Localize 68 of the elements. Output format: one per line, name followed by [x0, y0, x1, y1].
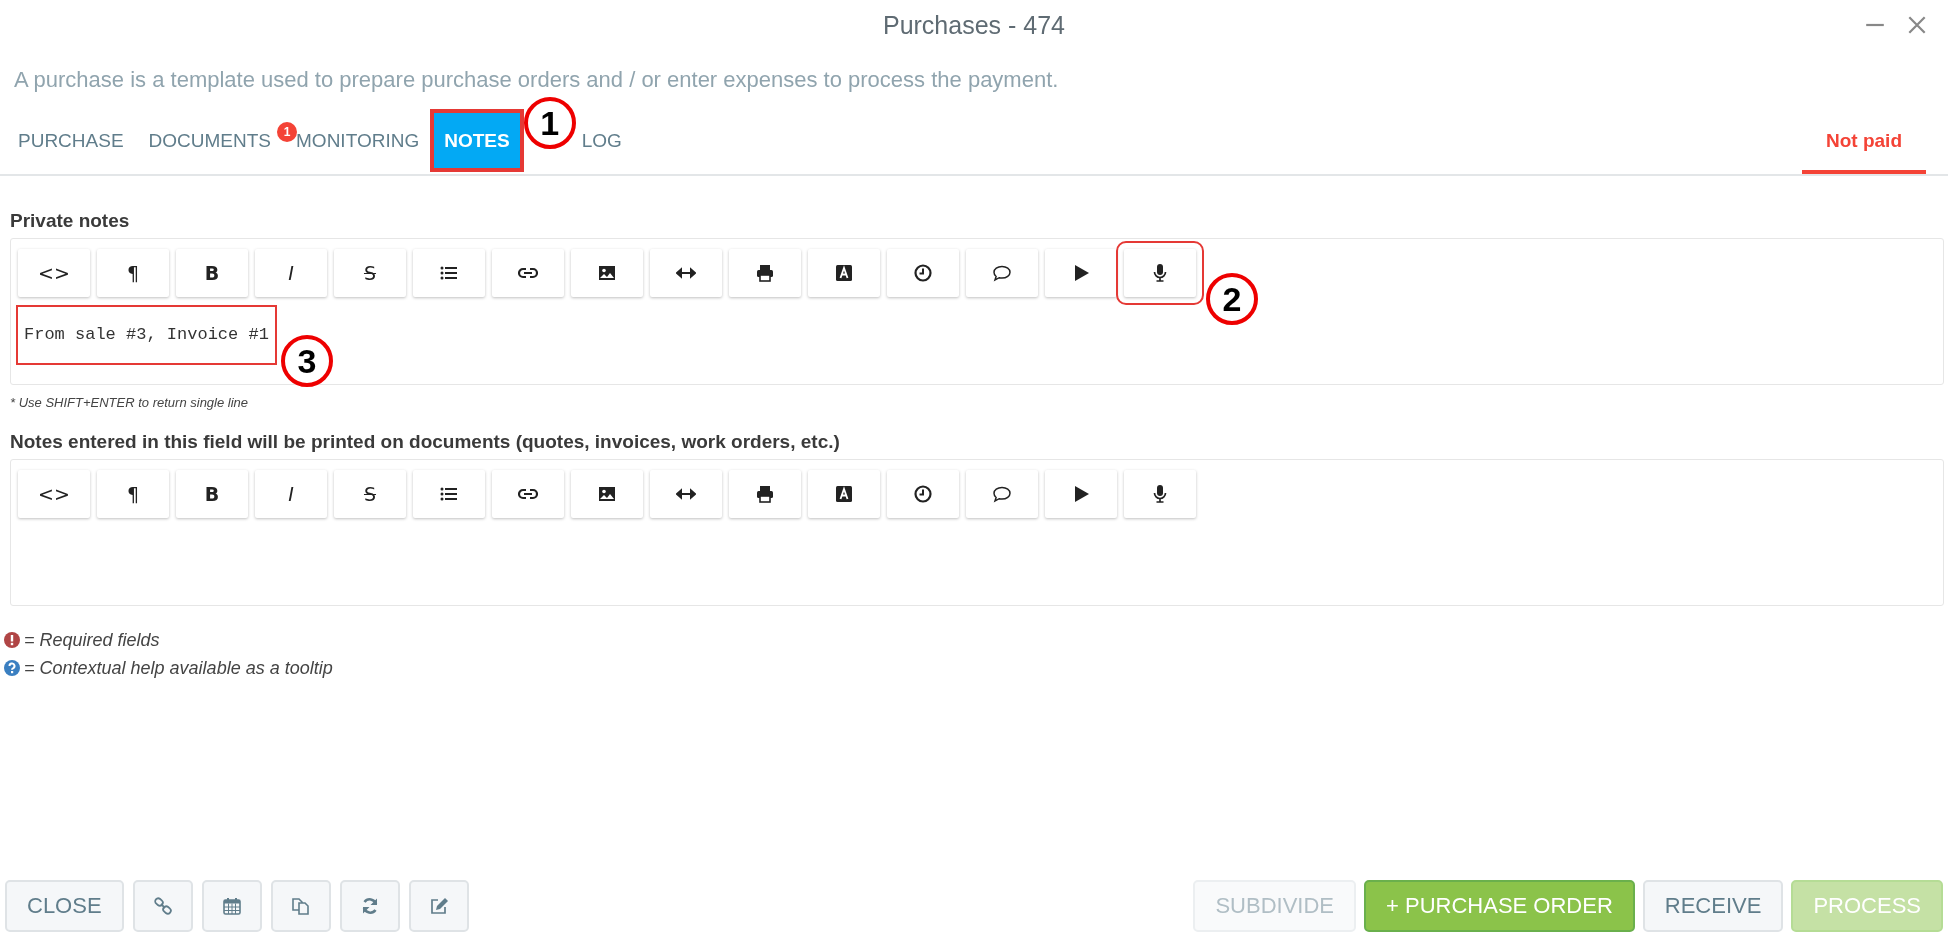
- field-label: Private notes: [10, 210, 131, 232]
- window-title: Purchases - 474: [882, 10, 1065, 40]
- font-tool-button[interactable]: [808, 249, 880, 297]
- field-label: Notes entered in this field will be printed on documents (quotes, invoices, work orders, etc.): [10, 431, 841, 453]
- mic-tool-button[interactable]: [1124, 470, 1196, 518]
- play-tool-button[interactable]: [1045, 470, 1117, 518]
- image-tool-button[interactable]: [571, 470, 643, 518]
- edit-button[interactable]: [408, 880, 469, 932]
- link-icon: [152, 896, 173, 916]
- width-tool-button[interactable]: [650, 470, 722, 518]
- link-button[interactable]: [132, 880, 193, 932]
- refresh-button[interactable]: [339, 880, 400, 932]
- link-tool-button[interactable]: [492, 470, 564, 518]
- notes-field[interactable]: From sale #3, Invoice #1: [18, 307, 275, 363]
- list-tool-button[interactable]: [413, 470, 485, 518]
- edit-icon: [428, 896, 449, 916]
- comment-tool-button[interactable]: [966, 470, 1038, 518]
- action-button[interactable]: RECEIVE: [1642, 880, 1784, 932]
- help-icon: [4, 660, 20, 676]
- clock-icon: [913, 484, 933, 504]
- comment-tool-button[interactable]: [966, 249, 1038, 297]
- exclamation-icon: [4, 632, 20, 648]
- play-tool-button[interactable]: [1045, 249, 1117, 297]
- legend-text: = Contextual help available as a tooltip: [24, 657, 333, 679]
- bold-tool-button[interactable]: B: [176, 249, 248, 297]
- legend-text: = Required fields: [24, 629, 160, 651]
- print-tool-button[interactable]: [729, 249, 801, 297]
- italic-tool-button[interactable]: I: [255, 470, 327, 518]
- link-tool-button[interactable]: [492, 249, 564, 297]
- clock-icon: [913, 263, 933, 283]
- hint-text: * Use SHIFT+ENTER to return single line: [10, 395, 250, 411]
- italic-tool-button[interactable]: I: [255, 249, 327, 297]
- strike-tool-button[interactable]: S: [334, 249, 406, 297]
- code-tool-button[interactable]: <>: [18, 470, 90, 518]
- print-icon: [755, 263, 775, 283]
- paragraph-tool-button[interactable]: ¶: [97, 249, 169, 297]
- comment-icon: [992, 484, 1012, 504]
- comment-icon: [992, 263, 1012, 283]
- clock-tool-button[interactable]: [887, 249, 959, 297]
- calendar-button[interactable]: [201, 880, 262, 932]
- font-icon: [834, 263, 854, 283]
- callout-number: 2: [1206, 273, 1258, 325]
- paragraph-tool-button[interactable]: ¶: [97, 470, 169, 518]
- image-icon: [597, 484, 617, 504]
- close-icon[interactable]: [1906, 14, 1928, 36]
- image-tool-button[interactable]: [571, 249, 643, 297]
- payment-status: Not paid: [1802, 113, 1926, 174]
- calendar-icon: [221, 896, 242, 916]
- mic-tool-button[interactable]: [1124, 249, 1196, 297]
- copy-button[interactable]: [270, 880, 331, 932]
- font-icon: [834, 484, 854, 504]
- description-text: A purchase is a template used to prepare purchase orders and / or enter expenses to process the payment.: [14, 66, 1059, 94]
- width-tool-button[interactable]: [650, 249, 722, 297]
- print-icon: [755, 484, 775, 504]
- print-tool-button[interactable]: [729, 470, 801, 518]
- close-button[interactable]: CLOSE: [5, 880, 124, 932]
- callout-number: 3: [280, 335, 333, 387]
- callout-number: 1: [523, 97, 576, 149]
- code-tool-button[interactable]: <>: [18, 249, 90, 297]
- clock-tool-button[interactable]: [887, 470, 959, 518]
- font-tool-button[interactable]: [808, 470, 880, 518]
- tab[interactable]: PURCHASE: [8, 113, 134, 168]
- count-badge: 1: [277, 122, 298, 142]
- image-icon: [597, 263, 617, 283]
- copy-icon: [290, 896, 311, 916]
- bold-tool-button[interactable]: B: [176, 470, 248, 518]
- list-tool-button[interactable]: [413, 249, 485, 297]
- strike-tool-button[interactable]: S: [334, 470, 406, 518]
